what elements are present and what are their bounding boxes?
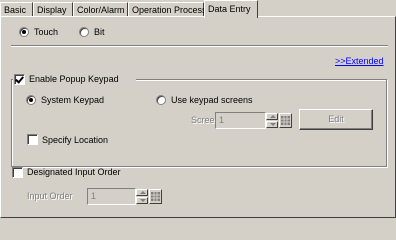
screen-keypad-button[interactable] <box>279 113 292 128</box>
use-keypad-screens-radio[interactable] <box>156 95 166 105</box>
use-keypad-screens-label[interactable]: Use keypad screens <box>171 95 253 105</box>
tab-operation-process[interactable]: Operation Process <box>128 2 207 16</box>
tab-display[interactable]: Display <box>33 2 73 16</box>
spin-up-button[interactable] <box>136 189 148 196</box>
data-entry-panel: Touch Bit >>Extended Enable Popup Keypad… <box>0 16 396 218</box>
input-order-keypad-button[interactable] <box>149 189 162 204</box>
input-order-input[interactable]: 1 <box>87 188 136 205</box>
separator <box>11 45 388 47</box>
touch-label[interactable]: Touch <box>34 27 58 37</box>
system-keypad-label[interactable]: System Keypad <box>41 95 104 105</box>
arrow-up-icon <box>140 191 146 194</box>
input-order-spinner[interactable] <box>136 189 148 204</box>
designated-input-order-checkbox[interactable] <box>12 167 23 178</box>
enable-popup-keypad-label[interactable]: Enable Popup Keypad <box>29 74 119 84</box>
keypad-grid-icon <box>151 192 160 201</box>
tab-data-entry[interactable]: Data Entry <box>204 0 258 18</box>
arrow-down-icon <box>270 123 276 126</box>
enable-popup-keypad-checkbox[interactable] <box>14 74 25 85</box>
screen-spinner[interactable] <box>266 113 278 128</box>
bit-label[interactable]: Bit <box>94 27 105 37</box>
specify-location-checkbox[interactable] <box>27 134 38 145</box>
specify-location-label[interactable]: Specify Location <box>42 135 108 145</box>
input-order-label: Input Order <box>27 191 73 201</box>
spin-up-button[interactable] <box>266 113 278 120</box>
edit-button[interactable]: Edit <box>299 109 373 130</box>
designated-input-order-label[interactable]: Designated Input Order <box>27 167 121 177</box>
system-keypad-radio[interactable] <box>26 95 36 105</box>
screen-number-input[interactable]: 1 <box>215 112 266 129</box>
extended-link[interactable]: >>Extended <box>335 56 384 66</box>
arrow-down-icon <box>140 199 146 202</box>
spin-down-button[interactable] <box>266 121 278 128</box>
spin-down-button[interactable] <box>136 197 148 204</box>
bit-radio[interactable] <box>79 27 89 37</box>
touch-radio[interactable] <box>19 27 29 37</box>
keypad-grid-icon <box>281 116 290 125</box>
arrow-up-icon <box>270 115 276 118</box>
tab-basic[interactable]: Basic <box>0 2 33 16</box>
tab-color-alarm[interactable]: Color/Alarm <box>73 2 128 16</box>
tab-bar: Basic Display Color/Alarm Operation Proc… <box>0 0 396 18</box>
popup-keypad-group-title: Enable Popup Keypad <box>13 72 136 86</box>
